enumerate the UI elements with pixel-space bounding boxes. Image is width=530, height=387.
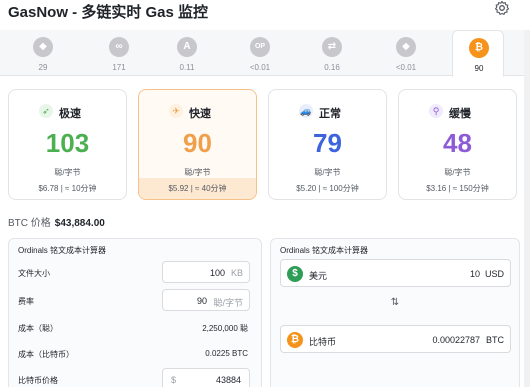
swap-icon[interactable]: ⇅ <box>388 297 402 311</box>
bridge-icon: ⇄ <box>322 37 342 57</box>
converter-title: Ordinals 铭文成本计算器 <box>280 246 369 255</box>
fee-card[interactable]: ✈ 快速 90 聪/字节 $5.92 | ≈ 40分钟 <box>138 89 257 200</box>
chain-tab-value: <0.01 <box>249 63 271 72</box>
calculator-title: Ordinals 铭文成本计算器 <box>18 246 107 255</box>
bitcoin-icon: ₿ <box>469 38 489 58</box>
fee-card[interactable]: 🚙 正常 79 聪/字节 $5.20 | ≈ 100分钟 <box>268 89 387 200</box>
speed-name: 快速 <box>189 108 211 120</box>
rocket-icon: ➶ <box>39 104 53 118</box>
inscription-cost-calculator: Ordinals 铭文成本计算器 文件大小 100 KB 费率 90 聪/字节 … <box>8 238 262 387</box>
fee-card[interactable]: ⚲ 缓慢 48 聪/字节 $3.16 | ≈ 150分钟 <box>398 89 517 200</box>
app-title: GasNow - 多链实时 Gas 监控 <box>8 4 209 21</box>
bitcoin-icon: ₿ <box>287 332 303 348</box>
bike-icon: ⚲ <box>429 104 443 118</box>
chain-tabs: ◆ 29 ∞ 171 A 0.11 OP <0.01 ⇄ 0.16 ◆ <0.01 ₿ 90 <box>0 30 530 77</box>
scrollbar[interactable] <box>524 30 530 387</box>
polygon-icon: ∞ <box>109 37 129 57</box>
btc-input[interactable]: ₿ 比特币 0.00022787 BTC <box>280 325 511 353</box>
fee-rate-input[interactable]: 90 聪/字节 <box>162 289 250 311</box>
fee-cost: $5.20 | ≈ 100分钟 <box>296 184 359 193</box>
btc-price: BTC 价格 $43,884.00 <box>8 214 105 229</box>
chain-tab[interactable]: ⇄ 0.16 <box>306 30 358 76</box>
fee-card[interactable]: ➶ 极速 103 聪/字节 $6.78 | ≈ 10分钟 <box>8 89 127 200</box>
usd-currency: USD <box>484 269 504 279</box>
speed-name: 极速 <box>59 108 81 120</box>
fee-rate-label: 费率 <box>18 297 34 306</box>
btc-price-input[interactable]: $ 43884 <box>162 368 250 387</box>
cost-sats-value: 2,250,000 聪 <box>202 324 248 333</box>
fee-value: 103 <box>45 128 90 158</box>
chain-tab[interactable]: ₿ 90 <box>452 30 504 77</box>
plane-icon: ✈ <box>169 104 183 118</box>
fee-unit: 聪/字节 <box>314 168 341 177</box>
cost-sats-label: 成本（聪） <box>18 324 58 333</box>
fee-cost: $6.78 | ≈ 10分钟 <box>38 184 97 193</box>
fee-cost: $3.16 | ≈ 150分钟 <box>426 184 489 193</box>
btc-price-value: $43,884.00 <box>54 218 105 229</box>
gear-icon[interactable] <box>494 0 510 16</box>
file-size-label: 文件大小 <box>18 269 50 278</box>
chain-tab[interactable]: A 0.11 <box>161 30 213 76</box>
usd-value: 10 <box>469 269 480 279</box>
btc-price-prefix: $ <box>171 375 177 385</box>
chain-tab-value: 29 <box>38 63 48 72</box>
chain-tab[interactable]: ◆ <0.01 <box>380 30 432 76</box>
speed-name: 正常 <box>319 108 341 120</box>
file-size-unit: KB <box>230 268 243 278</box>
optimism-icon: OP <box>250 37 270 57</box>
btc-price-input-value: 43884 <box>215 375 241 385</box>
fee-unit: 聪/字节 <box>54 168 81 177</box>
currency-converter: Ordinals 铭文成本计算器 $ 美元 10 USD ⇅ ₿ 比特币 0.0… <box>270 238 520 387</box>
arbitrum-icon: A <box>177 37 197 57</box>
ethereum-icon: ◆ <box>33 37 53 57</box>
header: GasNow - 多链实时 Gas 监控 <box>0 0 530 26</box>
fee-value: 79 <box>313 128 342 158</box>
chain-tab-value: 90 <box>474 64 484 73</box>
chain-tab-value: <0.01 <box>395 63 417 72</box>
car-icon: 🚙 <box>299 104 313 118</box>
dollar-icon: $ <box>287 266 303 282</box>
usd-label: 美元 <box>309 271 328 281</box>
speed-name: 缓慢 <box>449 108 471 120</box>
btc-currency: BTC <box>486 335 504 345</box>
fee-value: 48 <box>443 128 472 158</box>
fee-unit: 聪/字节 <box>444 168 471 177</box>
chain-tab[interactable]: OP <0.01 <box>234 30 286 76</box>
fee-value: 90 <box>183 128 212 158</box>
cost-btc-label: 成本（比特币） <box>18 350 74 359</box>
file-size-value: 100 <box>209 268 225 278</box>
ethereum-l2-icon: ◆ <box>396 37 416 57</box>
fee-cost: $5.92 | ≈ 40分钟 <box>168 184 227 193</box>
chain-tab[interactable]: ∞ 171 <box>93 30 145 76</box>
btc-label: 比特币 <box>309 337 337 347</box>
btc-price-label: BTC 价格 <box>8 218 51 229</box>
fee-rate-value: 90 <box>196 296 207 306</box>
chain-tab-value: 0.16 <box>324 63 340 72</box>
chain-tab-value: 0.11 <box>179 63 195 72</box>
cost-btc-value: 0.0225 BTC <box>205 349 248 358</box>
fee-unit: 聪/字节 <box>184 168 211 177</box>
btc-price-field-label: 比特币价格 <box>18 376 58 385</box>
chain-tab[interactable]: ◆ 29 <box>17 30 69 76</box>
usd-input[interactable]: $ 美元 10 USD <box>280 259 511 287</box>
chain-tab-value: 171 <box>112 63 126 72</box>
file-size-input[interactable]: 100 KB <box>162 261 250 283</box>
btc-value: 0.00022787 <box>432 335 480 345</box>
fee-rate-unit: 聪/字节 <box>213 298 243 308</box>
